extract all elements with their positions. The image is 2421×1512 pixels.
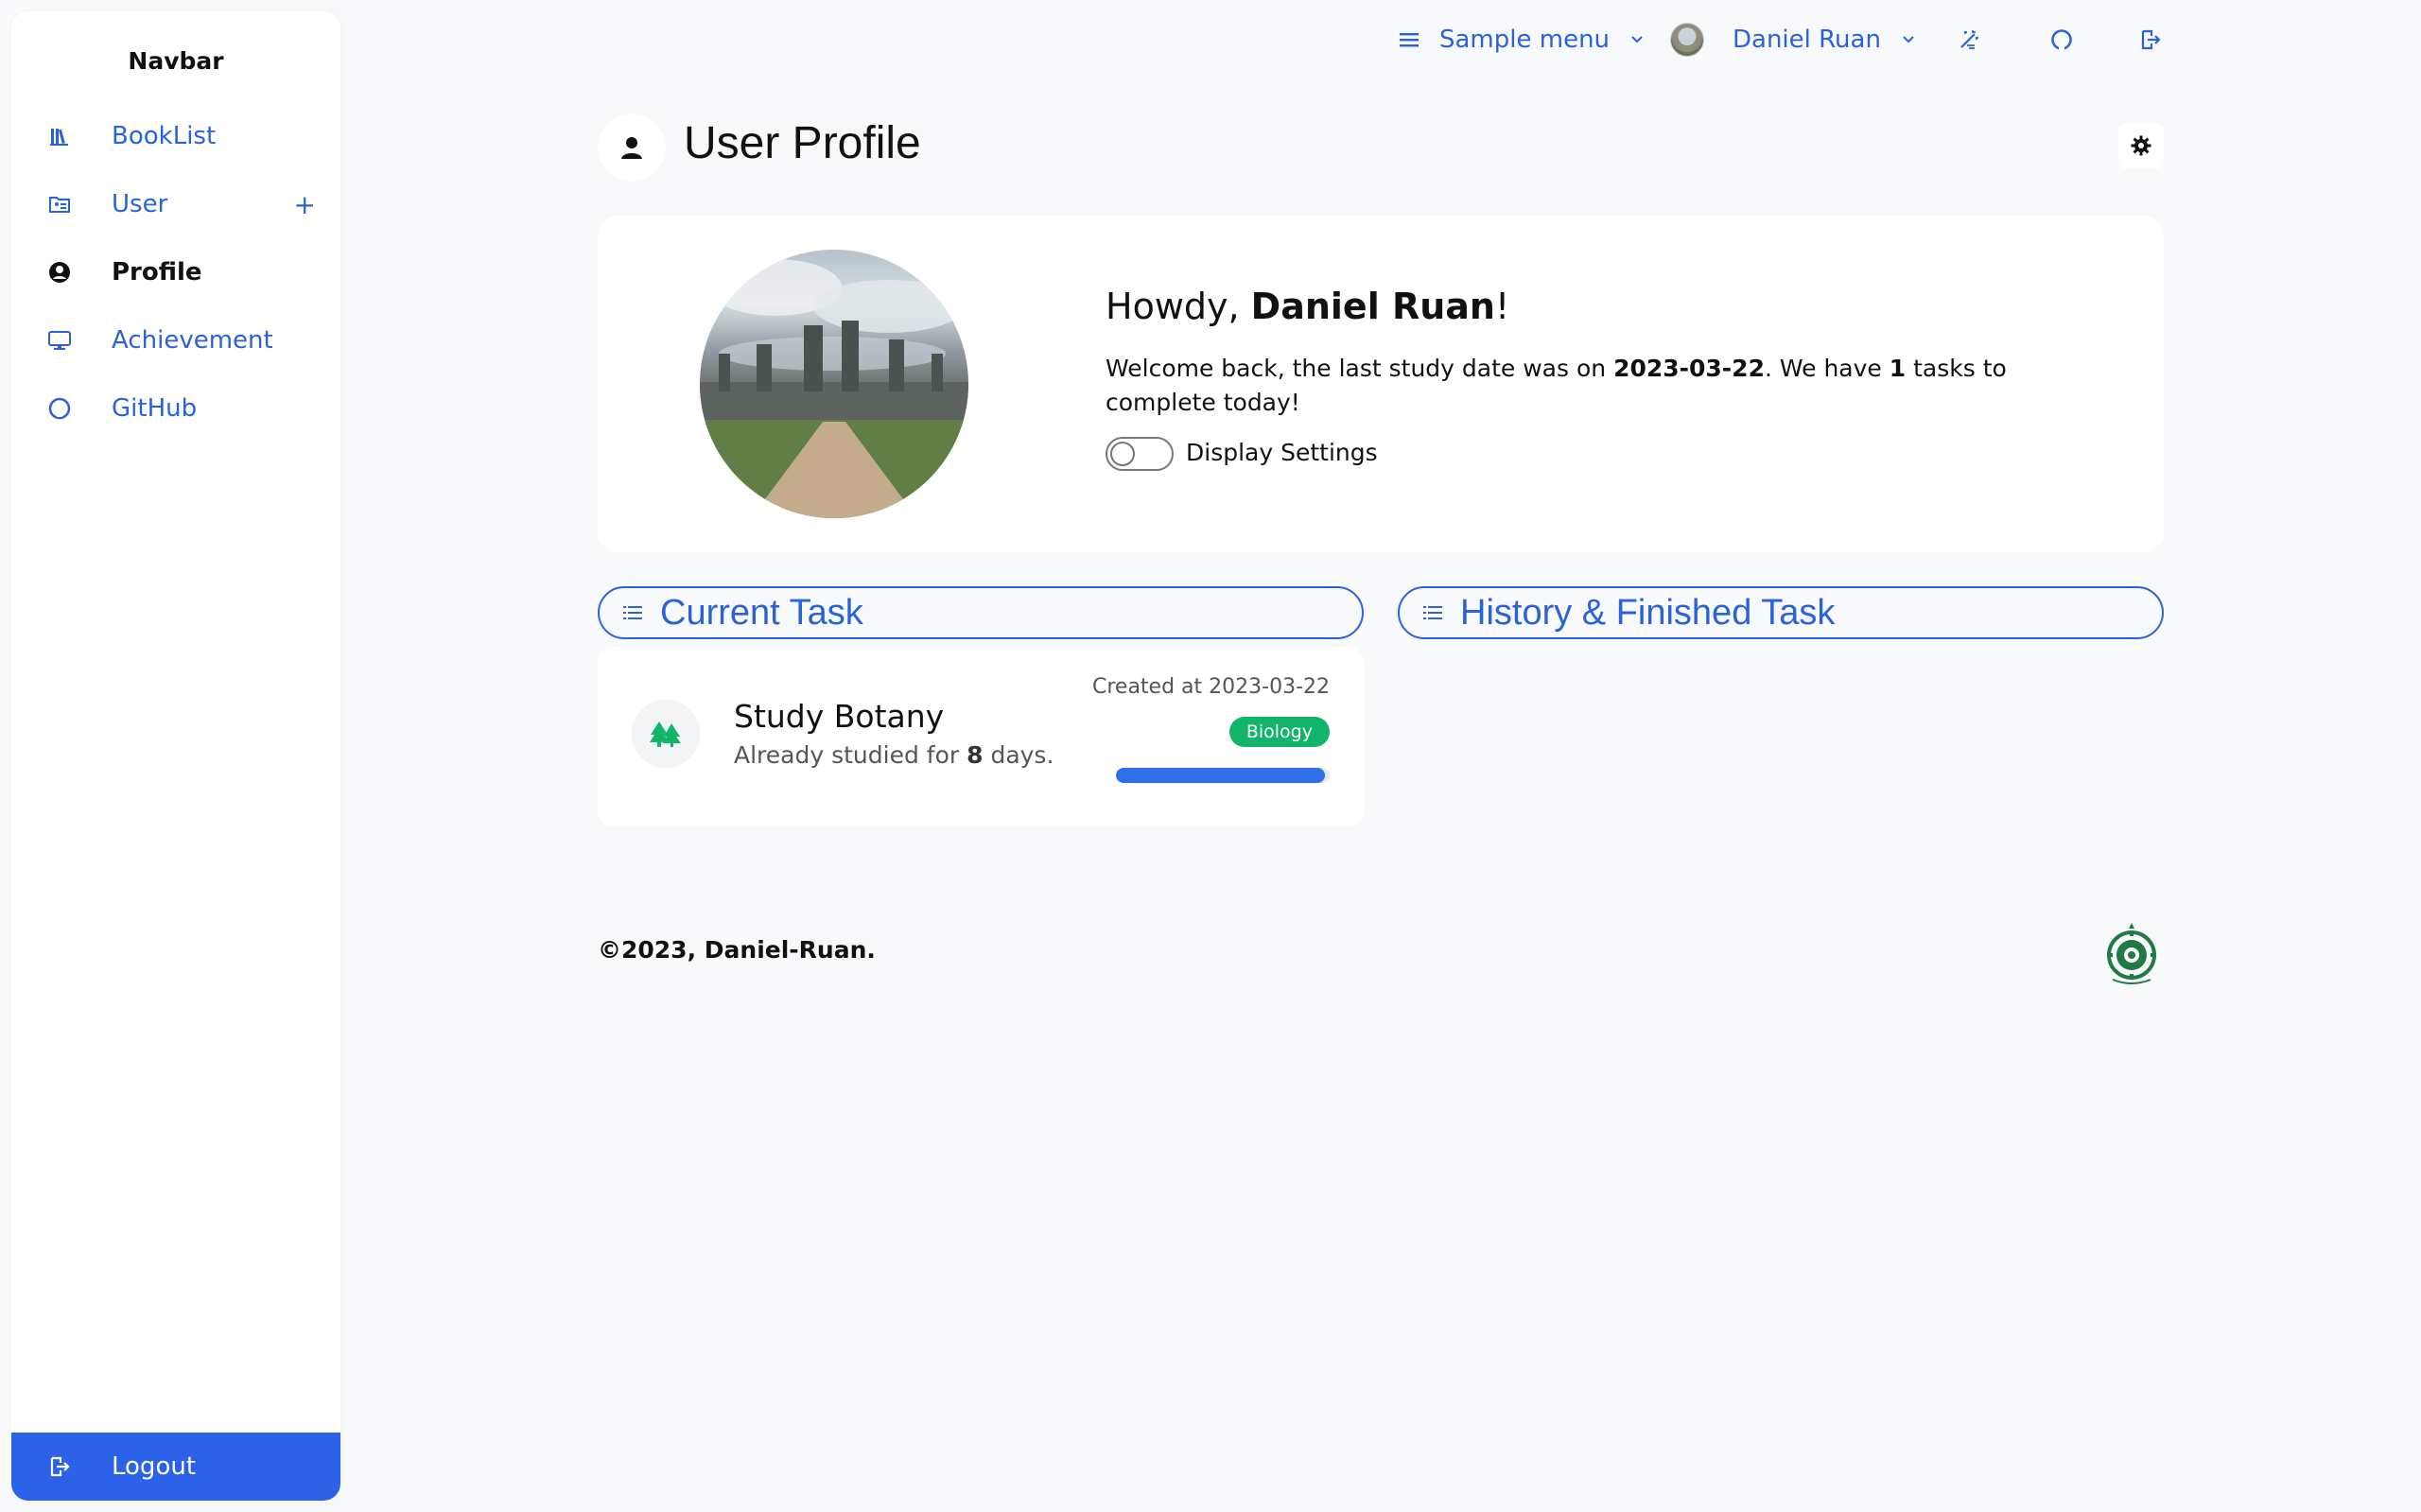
- sidebar-item-label: Profile: [112, 258, 202, 287]
- sidebar-item-booklist[interactable]: BookList: [11, 110, 340, 163]
- task-progress-fill: [1116, 768, 1326, 783]
- task-duration: Already studied for 8 days.: [734, 741, 1054, 769]
- last-study-date: 2023-03-22: [1613, 355, 1765, 382]
- top-bar: Sample menu Daniel Ruan: [0, 17, 2421, 62]
- task-days: 8: [967, 741, 984, 769]
- display-settings-label: Display Settings: [1186, 439, 1378, 466]
- welcome-message: Welcome back, the last study date was on…: [1106, 352, 2051, 420]
- books-icon: [45, 122, 74, 150]
- task-card[interactable]: Study Botany Already studied for 8 days.…: [598, 647, 1364, 826]
- user-icon: [621, 137, 642, 159]
- display-settings-toggle[interactable]: [1106, 437, 1174, 471]
- user-name-label: Daniel Ruan: [1733, 26, 1881, 54]
- user-menu-dropdown[interactable]: Daniel Ruan: [1670, 17, 1915, 62]
- profile-avatar: [700, 250, 968, 518]
- tree-icon: [632, 700, 700, 768]
- user-circle-icon: [45, 258, 74, 287]
- logout-label: Logout: [112, 1452, 197, 1481]
- task-title: Study Botany: [734, 698, 945, 735]
- greeting: Howdy, Daniel Ruan!: [1106, 286, 1509, 327]
- welcome-prefix: Welcome back, the last study date was on: [1106, 355, 1614, 382]
- task-count: 1: [1889, 355, 1907, 382]
- sidebar-item-achievement[interactable]: Achievement: [11, 314, 340, 367]
- tab-label: History & Finished Task: [1460, 592, 1836, 633]
- logout-icon: [45, 1452, 74, 1481]
- greeting-name: Daniel Ruan: [1250, 286, 1495, 327]
- magic-wand-icon: [1958, 28, 1980, 51]
- task-created-date: Created at 2023-03-22: [1091, 675, 1330, 699]
- github-link[interactable]: [2050, 17, 2073, 62]
- seal-logo-icon: [2105, 923, 2158, 985]
- folder-user-icon: [45, 190, 74, 218]
- sidebar-item-label: GitHub: [112, 394, 198, 423]
- list-icon: [622, 602, 643, 623]
- gear-icon: [2131, 135, 2151, 156]
- sidebar-item-github[interactable]: GitHub: [11, 382, 340, 435]
- task-progress-bar: [1116, 768, 1330, 783]
- tab-label: Current Task: [660, 592, 863, 633]
- logout-button[interactable]: Logout: [11, 1433, 340, 1501]
- page-title: User Profile: [684, 118, 921, 168]
- chevron-down-icon: [1902, 35, 1915, 44]
- page-title-icon: [598, 113, 666, 182]
- sidebar: Navbar BookList User + Profile Achieveme…: [11, 11, 340, 1501]
- sidebar-item-label: Achievement: [112, 326, 273, 355]
- settings-button[interactable]: [2118, 123, 2164, 168]
- list-icon: [1422, 602, 1443, 623]
- sidebar-item-label: BookList: [112, 122, 217, 150]
- sidebar-item-label: User: [112, 190, 168, 218]
- greeting-prefix: Howdy,: [1106, 286, 1251, 327]
- footer-copyright: ©2023, Daniel-Ruan.: [598, 936, 876, 964]
- greeting-end: !: [1494, 286, 1510, 327]
- task-duration-prefix: Already studied for: [734, 741, 967, 769]
- sample-menu-label: Sample menu: [1439, 26, 1611, 54]
- logout-icon: [2139, 28, 2162, 51]
- sidebar-item-user[interactable]: User +: [11, 178, 340, 231]
- profile-card: Howdy, Daniel Ruan! Welcome back, the la…: [598, 216, 2164, 552]
- add-user-button[interactable]: +: [294, 189, 316, 220]
- logout-topbar-button[interactable]: [2139, 17, 2162, 62]
- avatar: [1670, 23, 1704, 57]
- hamburger-icon: [1400, 31, 1420, 48]
- chevron-down-icon: [1630, 35, 1644, 44]
- toggle-knob: [1110, 442, 1135, 466]
- task-duration-suffix: days.: [983, 741, 1054, 769]
- monitor-icon: [45, 326, 74, 355]
- tab-current-task[interactable]: Current Task: [598, 586, 1364, 639]
- sample-menu-dropdown[interactable]: Sample menu: [1400, 17, 1644, 62]
- sidebar-item-profile[interactable]: Profile: [11, 246, 340, 299]
- github-icon: [2050, 28, 2073, 51]
- github-icon: [45, 394, 74, 423]
- tab-history-finished[interactable]: History & Finished Task: [1398, 586, 2164, 639]
- task-tag-badge: Biology: [1228, 717, 1330, 747]
- welcome-mid: . We have: [1764, 355, 1890, 382]
- theme-toggle-button[interactable]: [1958, 17, 1980, 62]
